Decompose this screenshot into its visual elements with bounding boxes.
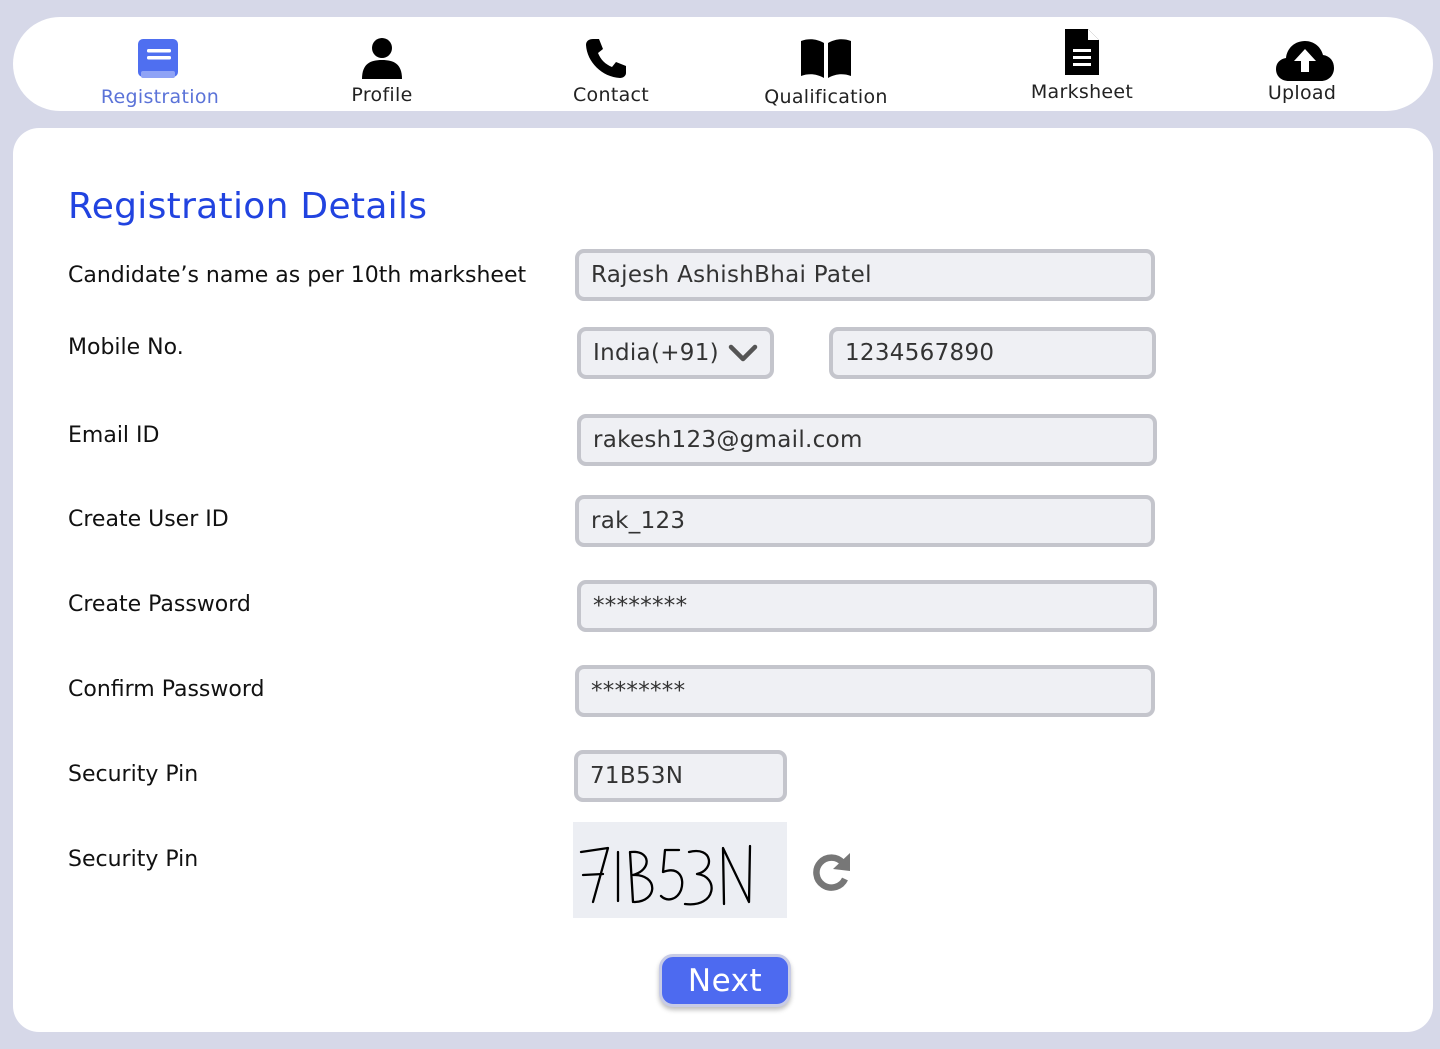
captcha-image <box>573 822 787 918</box>
security-pin-captcha-label: Security Pin <box>68 847 199 872</box>
nav-item-contact[interactable]: Contact <box>511 17 711 111</box>
user-id-value: rak_123 <box>591 508 686 534</box>
country-code-value: India(+91) <box>593 340 719 366</box>
password-value: ******** <box>593 593 688 619</box>
nav-label-upload: Upload <box>1267 82 1337 104</box>
top-nav: Registration Profile Contact Qualificati… <box>13 17 1433 111</box>
nav-label-contact: Contact <box>572 84 650 106</box>
mobile-label: Mobile No. <box>68 335 184 360</box>
email-value: rakesh123@gmail.com <box>593 427 863 453</box>
candidate-name-label: Candidate’s name as per 10th marksheet <box>68 263 527 288</box>
user-id-field[interactable]: rak_123 <box>575 495 1155 547</box>
user-icon <box>362 38 402 79</box>
book-icon <box>138 39 178 78</box>
nav-label-qualification: Qualification <box>764 86 888 108</box>
nav-item-upload[interactable]: Upload <box>1202 17 1402 111</box>
nav-item-profile[interactable]: Profile <box>282 17 482 111</box>
mobile-number-value: 1234567890 <box>845 340 995 366</box>
confirm-password-label: Confirm Password <box>68 677 265 702</box>
candidate-name-field[interactable]: Rajesh AshishBhai Patel <box>575 249 1155 301</box>
nav-item-qualification[interactable]: Qualification <box>726 17 926 111</box>
security-pin-label: Security Pin <box>68 762 199 787</box>
confirm-password-field[interactable]: ******** <box>575 665 1155 717</box>
refresh-icon[interactable] <box>810 851 852 891</box>
nav-label-profile: Profile <box>351 84 413 106</box>
email-label: Email ID <box>68 423 160 448</box>
nav-label-registration: Registration <box>100 86 220 108</box>
nav-item-marksheet[interactable]: Marksheet <box>982 17 1182 111</box>
security-pin-field[interactable]: 71B53N <box>574 750 787 802</box>
password-label: Create Password <box>68 592 251 617</box>
email-field[interactable]: rakesh123@gmail.com <box>577 414 1157 466</box>
mobile-number-field[interactable]: 1234567890 <box>829 327 1156 379</box>
country-code-select[interactable]: India(+91) <box>577 327 774 379</box>
chevron-down-icon <box>728 344 758 362</box>
next-button[interactable]: Next <box>659 954 791 1007</box>
user-id-label: Create User ID <box>68 507 229 532</box>
open-book-icon <box>801 39 851 78</box>
document-icon <box>1065 29 1099 75</box>
phone-icon <box>586 39 626 78</box>
nav-item-registration[interactable]: Registration <box>60 17 260 111</box>
captcha-handwriting <box>579 844 752 906</box>
cloud-upload-icon <box>1276 41 1334 81</box>
candidate-name-value: Rajesh AshishBhai Patel <box>591 262 872 288</box>
nav-label-marksheet: Marksheet <box>1030 81 1134 103</box>
security-pin-value: 71B53N <box>590 763 684 789</box>
password-field[interactable]: ******** <box>577 580 1157 632</box>
page-title: Registration Details <box>68 186 428 227</box>
confirm-password-value: ******** <box>591 678 686 704</box>
